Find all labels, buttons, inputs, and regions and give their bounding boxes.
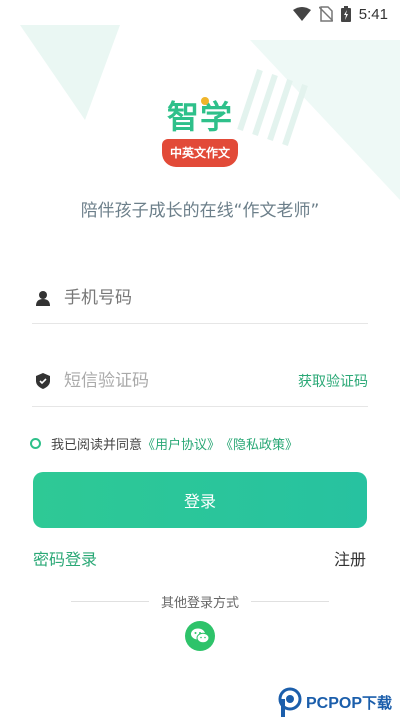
status-time: 5:41	[358, 5, 388, 23]
watermark-suffix: 下载	[362, 694, 393, 712]
privacy-policy-link[interactable]: 《隐私政策》	[220, 434, 298, 453]
get-code-button[interactable]: 获取验证码	[298, 371, 368, 391]
agreement-prefix: 我已阅读并同意	[51, 438, 143, 453]
other-login-divider: 其他登录方式	[0, 592, 400, 611]
wechat-login-button[interactable]	[185, 621, 215, 651]
password-login-link[interactable]: 密码登录	[33, 546, 97, 570]
phone-field	[32, 272, 368, 324]
logo-badge: 中英文作文	[162, 139, 238, 167]
code-field: 获取验证码	[32, 355, 368, 407]
app-logo: 智学 中英文作文	[160, 95, 240, 173]
phone-input[interactable]	[64, 287, 368, 308]
watermark-brand: PCPOP	[306, 694, 363, 712]
code-input[interactable]	[64, 370, 298, 391]
logo-dot	[201, 97, 209, 105]
shield-icon	[32, 370, 54, 392]
user-icon	[32, 287, 54, 309]
divider-right	[251, 601, 329, 602]
status-bar: 5:41	[0, 0, 400, 28]
tagline: 陪伴孩子成长的在线“作文老师”	[80, 201, 320, 221]
register-link[interactable]: 注册	[334, 546, 366, 570]
logo-title: 智学	[166, 98, 233, 136]
pcpop-logo-icon	[278, 687, 302, 717]
wechat-icon	[191, 628, 209, 644]
user-agreement-link[interactable]: 《用户协议》	[142, 434, 220, 453]
divider-left	[70, 601, 149, 602]
no-sim-icon	[318, 6, 333, 22]
wifi-icon	[292, 7, 311, 21]
watermark-text: PCPOP下载	[306, 692, 392, 713]
login-button[interactable]: 登录	[33, 472, 367, 528]
pcpop-watermark: PCPOP下载	[278, 684, 400, 720]
battery-charging-icon	[340, 6, 351, 22]
agreement-radio[interactable]	[30, 438, 41, 449]
other-login-label: 其他登录方式	[160, 596, 239, 611]
agreement-row: 我已阅读并同意 《用户协议》 《隐私政策》	[30, 434, 298, 453]
